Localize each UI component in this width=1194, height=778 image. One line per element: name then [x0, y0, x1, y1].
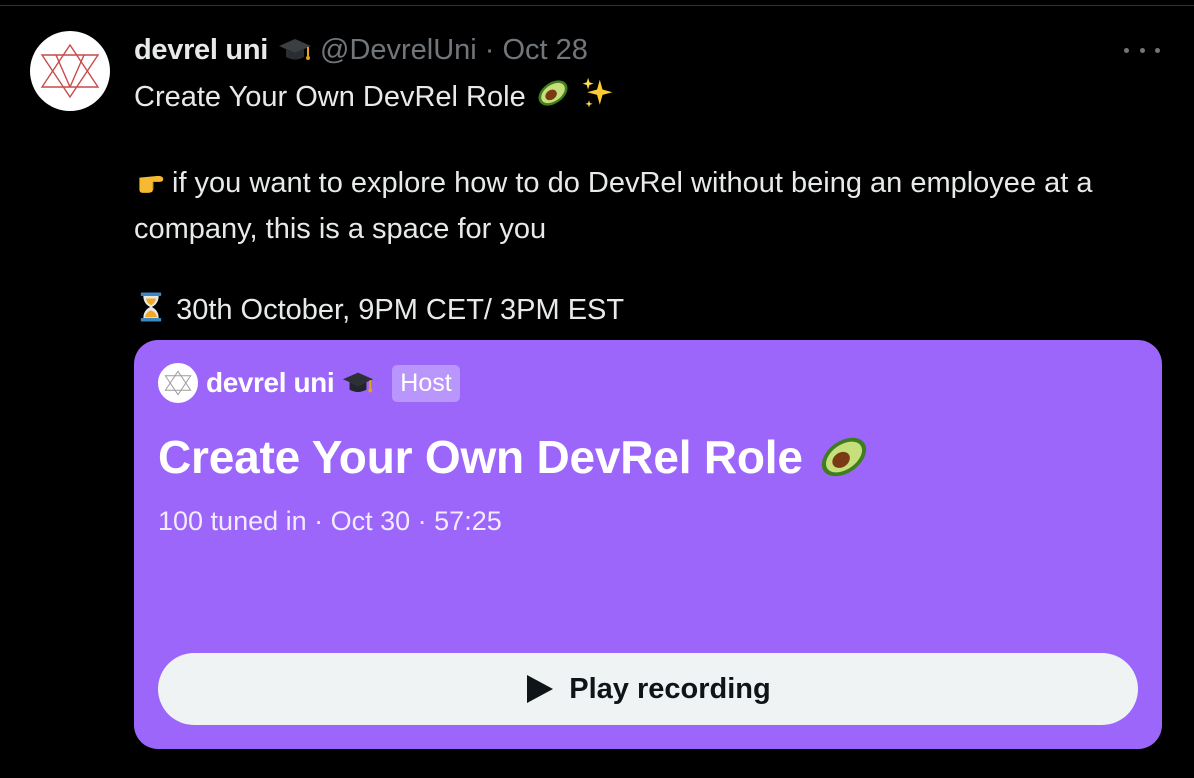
play-recording-label: Play recording [569, 672, 771, 705]
hourglass-icon [134, 289, 168, 336]
devrel-uni-logo [40, 43, 100, 99]
play-icon [527, 675, 554, 703]
tweet-line: if you want to explore how to do DevRel … [134, 163, 1164, 249]
tweet-line-2: if you want to explore how to do DevRel … [134, 167, 1093, 245]
tweet-line: Create Your Own DevRel Role [134, 74, 1164, 123]
author-name[interactable]: devrel uni [134, 34, 268, 67]
tweet-text: Create Your Own DevRel Role if you want … [134, 74, 1164, 336]
space-meta: 100 tuned in · Oct 30 · 57:25 [158, 506, 502, 536]
tweet-line: 30th October, 9PM CET/ 3PM EST [134, 289, 1164, 336]
avatar[interactable] [30, 31, 110, 111]
avocado-icon [815, 428, 873, 486]
more-icon[interactable] [1124, 40, 1160, 60]
avocado-icon [534, 74, 572, 123]
host-avatar[interactable] [158, 363, 198, 403]
play-recording-button[interactable]: Play recording [158, 653, 1138, 725]
tweet-header: devrel uni @DevrelUni · Oct 28 [134, 30, 588, 70]
devrel-uni-logo [164, 370, 192, 396]
author-handle[interactable]: @DevrelUni [320, 34, 477, 67]
sparkles-icon [580, 76, 616, 123]
pointing-hand-icon [134, 164, 172, 209]
graduation-cap-icon [342, 367, 374, 399]
graduation-cap-icon [278, 33, 312, 67]
host-badge: Host [392, 364, 460, 402]
tweet-line-3: 30th October, 9PM CET/ 3PM EST [176, 294, 625, 326]
separator: · [484, 33, 495, 66]
host-row: devrel uni Host [158, 362, 460, 404]
tweet-date[interactable]: Oct 28 [502, 34, 587, 67]
space-card[interactable]: devrel uni Host Create Your Own DevRel R… [134, 340, 1162, 749]
host-name[interactable]: devrel uni [206, 367, 335, 399]
space-title-text: Create Your Own DevRel Role [158, 431, 803, 483]
tweet-line-1: Create Your Own DevRel Role [134, 81, 526, 113]
tweet[interactable]: devrel uni @DevrelUni · Oct 28 Create Yo… [0, 0, 1194, 778]
space-title: Create Your Own DevRel Role [158, 428, 873, 486]
